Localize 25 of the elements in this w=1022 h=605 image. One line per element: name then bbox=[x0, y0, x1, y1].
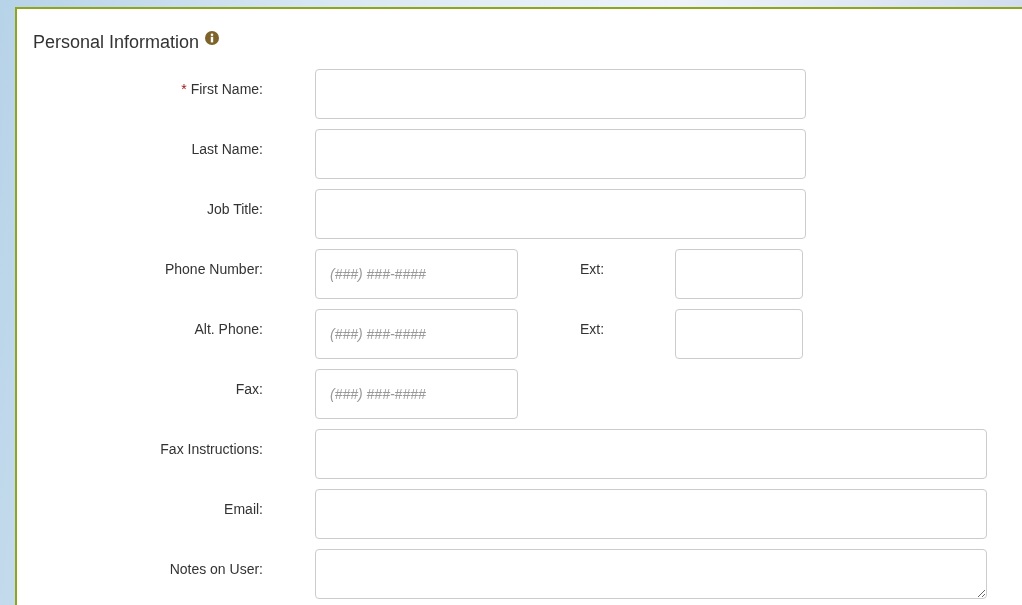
text-field[interactable] bbox=[315, 189, 806, 239]
field-label: Ext: bbox=[580, 320, 606, 339]
field-label: Alt. Phone: bbox=[193, 320, 263, 339]
phone-field[interactable]: (###) ###-#### bbox=[315, 309, 518, 359]
extension-field[interactable] bbox=[675, 249, 803, 299]
field-label: Phone Number: bbox=[163, 260, 263, 279]
field-label: Fax Instructions: bbox=[159, 440, 263, 459]
notes-field[interactable] bbox=[315, 549, 987, 599]
phone-field[interactable]: (###) ###-#### bbox=[315, 249, 518, 299]
field-label: Email: bbox=[223, 500, 263, 519]
field-label: Fax: bbox=[234, 380, 263, 399]
field-label: Last Name: bbox=[190, 140, 263, 159]
required-mark: * bbox=[181, 81, 187, 97]
field-label: Job Title: bbox=[205, 200, 263, 219]
info-icon[interactable] bbox=[205, 31, 220, 45]
field-label: * First Name: bbox=[180, 80, 263, 99]
text-field[interactable] bbox=[315, 489, 987, 539]
section-title: Personal Information bbox=[33, 31, 200, 54]
extension-field[interactable] bbox=[675, 309, 803, 359]
text-field[interactable] bbox=[315, 69, 806, 119]
text-field[interactable] bbox=[315, 429, 987, 479]
field-label: Ext: bbox=[580, 260, 606, 279]
text-field[interactable] bbox=[315, 129, 806, 179]
field-label: Notes on User: bbox=[168, 560, 263, 579]
phone-field[interactable]: (###) ###-#### bbox=[315, 369, 518, 419]
